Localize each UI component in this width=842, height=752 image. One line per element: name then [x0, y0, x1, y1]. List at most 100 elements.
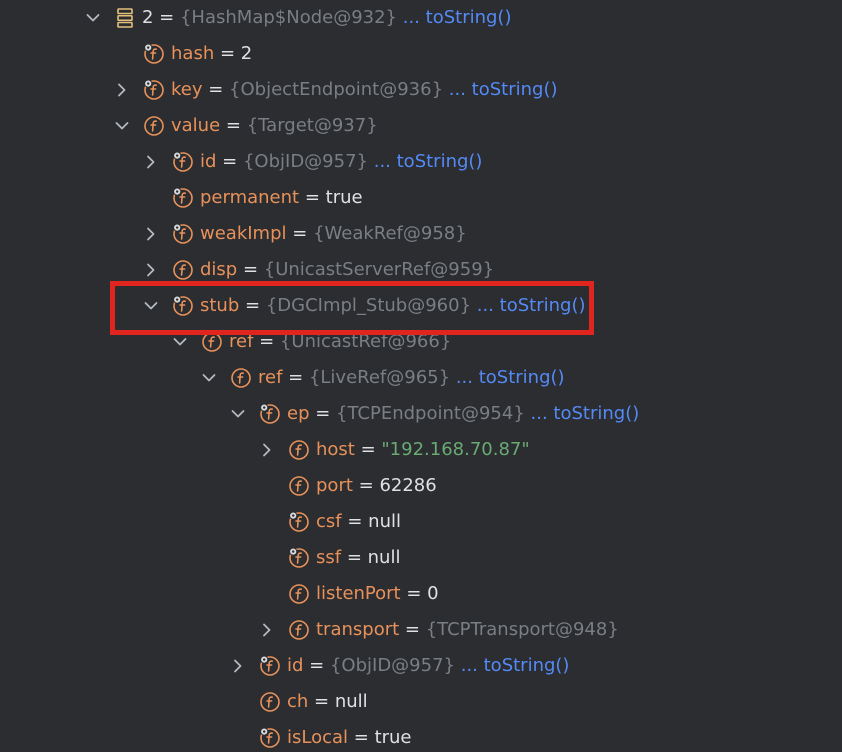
- field-name: id: [287, 655, 304, 676]
- tree-row[interactable]: ref = {LiveRef@965} ... toString(): [0, 360, 842, 396]
- tree-row[interactable]: permanent = true: [0, 180, 842, 216]
- field-value: null: [367, 547, 401, 568]
- field-name: stub: [200, 295, 240, 316]
- tree-row[interactable]: id = {ObjID@957} ... toString(): [0, 648, 842, 684]
- tree-row[interactable]: isLocal = true: [0, 720, 842, 752]
- field-value: "192.168.70.87": [381, 439, 530, 460]
- chevron-right-icon[interactable]: [229, 648, 247, 684]
- field-value: 62286: [379, 475, 437, 496]
- tree-row-label: disp = {UnicastServerRef@959}: [200, 252, 494, 288]
- ellipsis: ...: [476, 295, 500, 316]
- field-name: key: [171, 79, 203, 100]
- field-name: value: [171, 115, 221, 136]
- field-name: 2: [142, 7, 154, 28]
- equals-sign: =: [341, 511, 369, 532]
- equals-sign: =: [400, 583, 428, 604]
- tree-row[interactable]: stub = {DGCImpl_Stub@960} ... toString(): [0, 288, 842, 324]
- field-name: ref: [229, 331, 254, 352]
- chevron-down-icon[interactable]: [142, 288, 160, 324]
- field-value: true: [325, 187, 363, 208]
- field-name: csf: [316, 511, 342, 532]
- tree-row[interactable]: key = {ObjectEndpoint@936} ... toString(…: [0, 72, 842, 108]
- tree-row-label: csf = null: [316, 504, 401, 540]
- tostring-link[interactable]: toString(): [426, 7, 512, 28]
- field-icon: [201, 331, 223, 353]
- chevron-down-icon[interactable]: [229, 396, 247, 432]
- field-value: {HashMap$Node@932}: [179, 7, 398, 28]
- equals-sign: =: [214, 43, 241, 64]
- tostring-link[interactable]: toString(): [553, 403, 639, 424]
- field-value: {TCPTransport@948}: [425, 619, 619, 640]
- ellipsis: ...: [448, 79, 472, 100]
- equals-sign: =: [253, 331, 280, 352]
- chevron-down-icon[interactable]: [84, 0, 102, 36]
- tree-row-label: 2 = {HashMap$Node@932} ... toString(): [142, 0, 511, 36]
- tree-row-label: weakImpl = {WeakRef@958}: [200, 216, 467, 252]
- tree-row[interactable]: listenPort = 0: [0, 576, 842, 612]
- tostring-link[interactable]: toString(): [500, 295, 586, 316]
- tree-row[interactable]: id = {ObjID@957} ... toString(): [0, 144, 842, 180]
- chevron-down-icon[interactable]: [113, 108, 131, 144]
- field-name: listenPort: [316, 583, 401, 604]
- tree-row-label: listenPort = 0: [316, 576, 439, 612]
- equals-sign: =: [399, 619, 426, 640]
- tree-row[interactable]: ep = {TCPEndpoint@954} ... toString(): [0, 396, 842, 432]
- tree-row[interactable]: ssf = null: [0, 540, 842, 576]
- tostring-link[interactable]: toString(): [472, 79, 558, 100]
- field-value: {ObjectEndpoint@936}: [229, 79, 444, 100]
- array-node-icon: [114, 7, 136, 29]
- tree-row[interactable]: disp = {UnicastServerRef@959}: [0, 252, 842, 288]
- equals-sign: =: [282, 367, 309, 388]
- tree-row-label: ref = {LiveRef@965} ... toString(): [258, 360, 565, 396]
- field-icon: [288, 583, 310, 605]
- field-value: {ObjID@957}: [329, 655, 455, 676]
- field-icon: [172, 259, 194, 281]
- tree-row-label: ep = {TCPEndpoint@954} ... toString(): [287, 396, 639, 432]
- tree-row[interactable]: weakImpl = {WeakRef@958}: [0, 216, 842, 252]
- chevron-right-icon[interactable]: [142, 252, 160, 288]
- tree-row[interactable]: host = "192.168.70.87": [0, 432, 842, 468]
- field-name: weakImpl: [200, 223, 287, 244]
- tree-row[interactable]: ref = {UnicastRef@966}: [0, 324, 842, 360]
- tree-row[interactable]: transport = {TCPTransport@948}: [0, 612, 842, 648]
- equals-sign: =: [286, 223, 314, 244]
- tostring-link[interactable]: toString(): [397, 151, 483, 172]
- field-value: {ObjID@957}: [242, 151, 368, 172]
- chevron-right-icon[interactable]: [113, 72, 131, 108]
- equals-sign: =: [303, 655, 330, 676]
- equals-sign: =: [299, 187, 326, 208]
- tree-row-label: value = {Target@937}: [171, 108, 378, 144]
- tree-row[interactable]: port = 62286: [0, 468, 842, 504]
- equals-sign: =: [354, 439, 382, 460]
- tree-row-label: stub = {DGCImpl_Stub@960} ... toString(): [200, 288, 586, 324]
- chevron-right-icon[interactable]: [142, 216, 160, 252]
- chevron-right-icon[interactable]: [258, 612, 276, 648]
- tree-row[interactable]: hash = 2: [0, 36, 842, 72]
- field-value: {UnicastRef@966}: [279, 331, 452, 352]
- chevron-right-icon[interactable]: [258, 432, 276, 468]
- tree-row[interactable]: ch = null: [0, 684, 842, 720]
- equals-sign: =: [341, 547, 368, 568]
- tree-row-label: port = 62286: [316, 468, 437, 504]
- tree-row-label: id = {ObjID@957} ... toString(): [287, 648, 569, 684]
- chevron-right-icon[interactable]: [142, 144, 160, 180]
- tree-row-label: isLocal = true: [287, 720, 412, 752]
- field-icon: [230, 367, 252, 389]
- field-name: ch: [287, 691, 309, 712]
- tostring-link[interactable]: toString(): [479, 367, 565, 388]
- chevron-down-icon[interactable]: [200, 360, 218, 396]
- field-value: null: [368, 511, 401, 532]
- field-icon: [143, 115, 165, 137]
- debugger-variables-tree: 2 = {HashMap$Node@932} ... toString() has…: [0, 0, 842, 752]
- tree-row[interactable]: 2 = {HashMap$Node@932} ... toString(): [0, 0, 842, 36]
- tree-row[interactable]: csf = null: [0, 504, 842, 540]
- chevron-down-icon[interactable]: [171, 324, 189, 360]
- field-value: true: [374, 727, 412, 748]
- tree-row-label: key = {ObjectEndpoint@936} ... toString(…: [171, 72, 558, 108]
- field-icon: [259, 691, 281, 713]
- tree-row-label: ref = {UnicastRef@966}: [229, 324, 451, 360]
- tree-row[interactable]: value = {Target@937}: [0, 108, 842, 144]
- ellipsis: ...: [530, 403, 554, 424]
- field-value: {DGCImpl_Stub@960}: [265, 295, 472, 316]
- tostring-link[interactable]: toString(): [484, 655, 570, 676]
